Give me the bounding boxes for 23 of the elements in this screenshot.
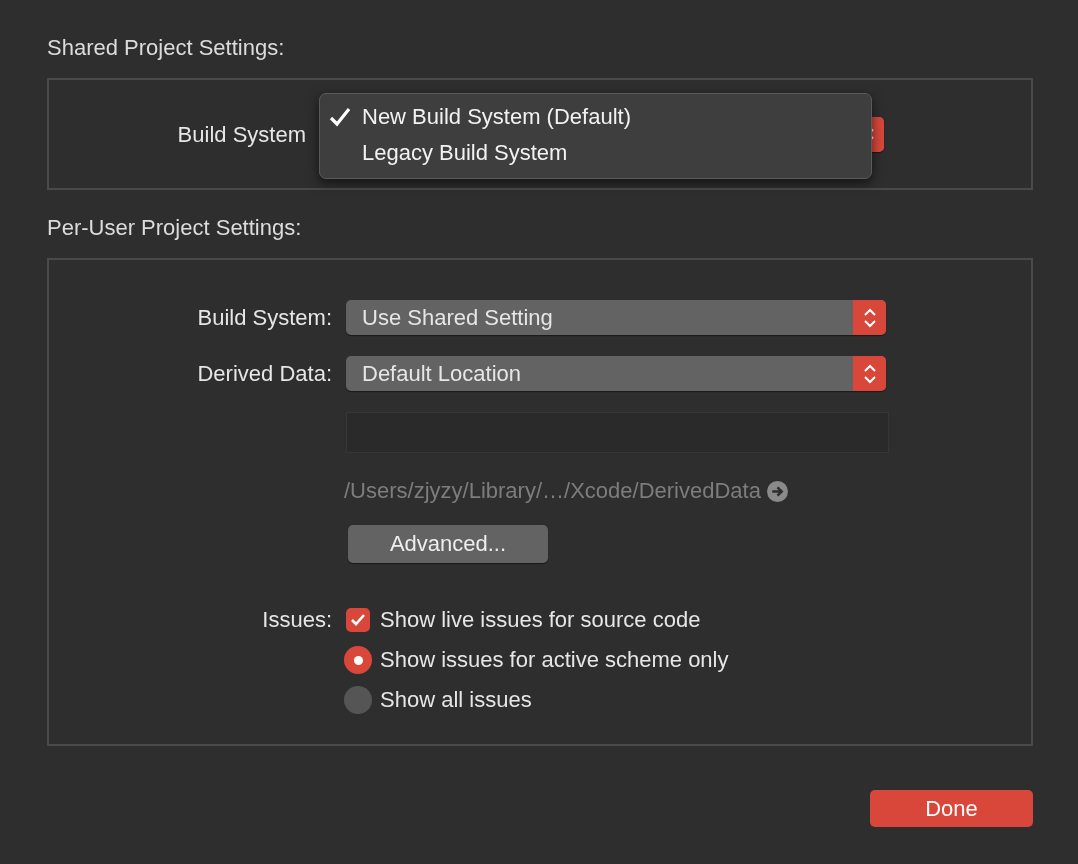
option-label: Show live issues for source code bbox=[380, 606, 701, 634]
field-label: Build System: bbox=[196, 304, 332, 332]
radio-button[interactable] bbox=[344, 646, 372, 674]
section-heading: Shared Project Settings: bbox=[47, 34, 286, 62]
option-label: Show all issues bbox=[380, 686, 532, 714]
section-heading: Per-User Project Settings: bbox=[47, 214, 303, 242]
path-text: /Users/zjyzy/Library/…/Xcode/DerivedData bbox=[344, 478, 761, 504]
radio-button[interactable] bbox=[344, 686, 372, 714]
popup-button[interactable]: Use Shared Setting bbox=[346, 300, 886, 335]
popup-button[interactable]: Default Location bbox=[346, 356, 886, 391]
menu-item[interactable]: New Build System (Default) bbox=[320, 98, 871, 135]
field-label: Issues: bbox=[261, 606, 332, 634]
menu-item[interactable]: Legacy Build System bbox=[320, 134, 871, 171]
done-button[interactable]: Done bbox=[870, 790, 1033, 827]
chevrons-icon bbox=[862, 306, 877, 329]
arrow-circle-icon bbox=[766, 480, 788, 502]
checkmark-icon bbox=[350, 613, 366, 627]
option-label: Show issues for active scheme only bbox=[380, 646, 729, 674]
chevrons-icon bbox=[862, 362, 877, 385]
checkbox[interactable] bbox=[346, 608, 370, 632]
field-label: Derived Data: bbox=[196, 360, 332, 388]
advanced-button[interactable]: Advanced... bbox=[348, 525, 548, 563]
field-label: Build System bbox=[176, 120, 307, 149]
